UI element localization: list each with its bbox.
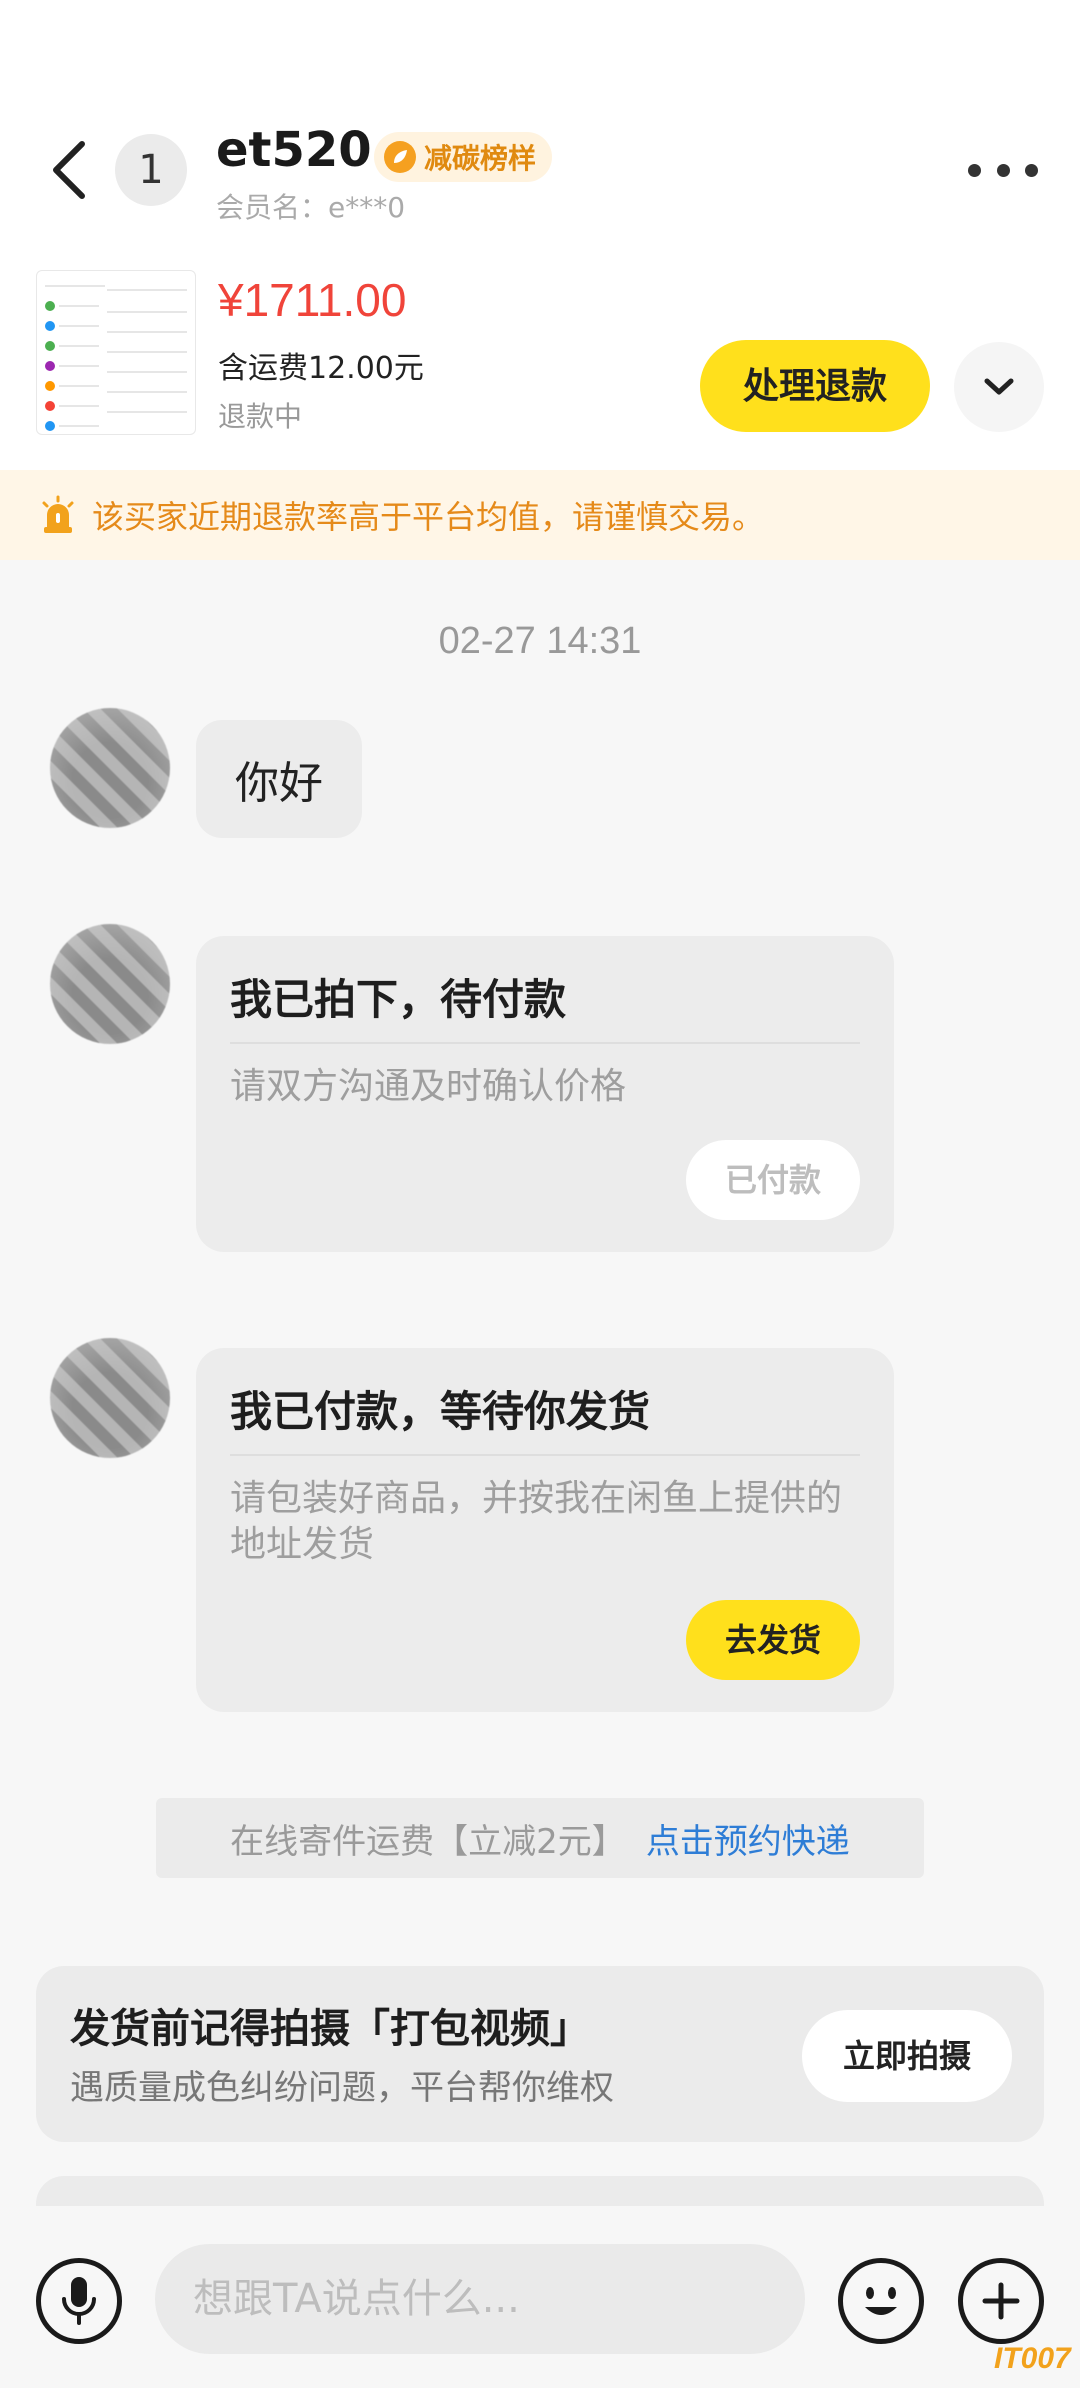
chevron-down-icon xyxy=(984,378,1014,395)
voice-input-button[interactable] xyxy=(36,2258,122,2344)
warning-text: 该买家近期退款率高于平台均值，请谨慎交易。 xyxy=(92,498,765,536)
product-price: ¥1711.00 xyxy=(218,274,407,326)
leaf-icon xyxy=(384,141,416,173)
buyer-avatar[interactable] xyxy=(50,924,170,1044)
handle-refund-button[interactable]: 处理退款 xyxy=(700,340,930,432)
buyer-avatar[interactable] xyxy=(50,1338,170,1458)
packing-video-tip: 发货前记得拍摄「打包视频」 遇质量成色纠纷问题，平台帮你维权 立即拍摄 xyxy=(36,1966,1044,2142)
shipping-fee: 含运费12.00元 xyxy=(218,351,424,386)
alarm-icon xyxy=(42,495,74,533)
buyer-avatar[interactable] xyxy=(50,708,170,828)
message-timestamp: 02-27 14:31 xyxy=(438,620,642,662)
text-message-bubble: 你好 xyxy=(196,720,362,838)
watermark: IT007 xyxy=(994,2342,1071,2375)
order-status-card: 我已付款，等待你发货 请包装好商品，并按我在闲鱼上提供的地址发货 去发货 xyxy=(196,1348,894,1712)
more-actions-button[interactable] xyxy=(958,2258,1044,2344)
tip-subtitle: 遇质量成色纠纷问题，平台帮你维权 xyxy=(70,2068,614,2108)
card-title: 我已付款，等待你发货 xyxy=(230,1387,651,1436)
paid-button[interactable]: 已付款 xyxy=(686,1140,860,1220)
chevron-left-icon xyxy=(53,141,85,199)
emoji-button[interactable] xyxy=(838,2258,924,2344)
message-input-bar xyxy=(0,2206,1080,2388)
more-options-button[interactable] xyxy=(968,152,1038,188)
carbon-badge[interactable]: 减碳榜样 xyxy=(374,132,553,182)
record-video-button[interactable]: 立即拍摄 xyxy=(802,2010,1012,2102)
shipping-promo-notice: 在线寄件运费【立减2元】 点击预约快递 xyxy=(156,1798,924,1878)
book-courier-link[interactable]: 点击预约快递 xyxy=(646,1814,850,1863)
member-name: 会员名：e***0 xyxy=(216,191,406,224)
tip-title: 发货前记得拍摄「打包视频」 xyxy=(70,2006,590,2052)
card-title: 我已拍下，待付款 xyxy=(230,975,567,1024)
promo-text: 在线寄件运费【立减2元】 xyxy=(230,1821,626,1862)
risk-warning-banner: 该买家近期退款率高于平台均值，请谨慎交易。 xyxy=(0,470,1080,560)
card-divider xyxy=(230,1454,860,1456)
unread-count-badge: 1 xyxy=(115,134,187,206)
card-description: 请双方沟通及时确认价格 xyxy=(230,1066,627,1107)
badge-label: 减碳榜样 xyxy=(424,142,537,175)
ship-now-button[interactable]: 去发货 xyxy=(686,1600,860,1680)
message-input[interactable] xyxy=(155,2244,805,2354)
order-status: 退款中 xyxy=(218,400,303,433)
message-text: 你好 xyxy=(235,758,323,809)
back-button[interactable] xyxy=(48,140,98,200)
dot-icon xyxy=(968,163,981,177)
product-thumbnail[interactable] xyxy=(36,270,196,435)
dot-icon xyxy=(1025,163,1038,177)
card-divider xyxy=(230,1042,860,1044)
microphone-icon xyxy=(62,2277,96,2325)
expand-order-button[interactable] xyxy=(954,342,1044,432)
chat-header: 1 et520 减碳榜样 会员名：e***0 xyxy=(0,0,1080,225)
dot-icon xyxy=(996,163,1010,177)
smiley-icon xyxy=(865,2287,897,2315)
plus-icon xyxy=(982,2282,1020,2320)
product-summary: ¥1711.00 含运费12.00元 退款中 处理退款 xyxy=(0,225,1080,470)
card-description: 请包装好商品，并按我在闲鱼上提供的地址发货 xyxy=(230,1478,843,1565)
user-name[interactable]: et520 xyxy=(216,122,372,178)
order-status-card: 我已拍下，待付款 请双方沟通及时确认价格 已付款 xyxy=(196,936,894,1252)
